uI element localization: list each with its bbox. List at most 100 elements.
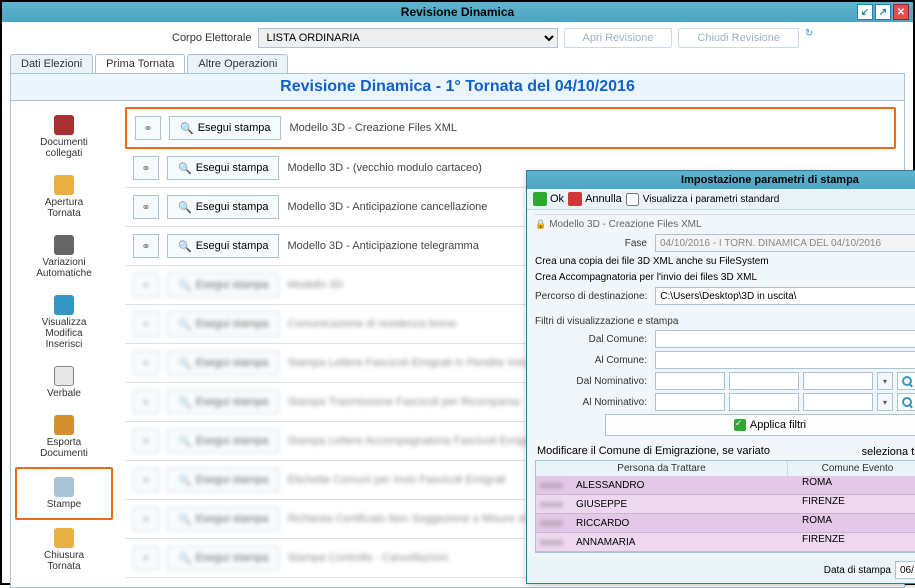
close-icon[interactable]: ✕ <box>893 4 909 20</box>
row-link-button[interactable]: ⚭ <box>133 468 159 492</box>
close-icon <box>54 528 74 548</box>
sidebar-item-edit[interactable]: VisualizzaModificaInserisci <box>15 287 113 358</box>
stampa-row: ⚭🔍Esegui stampaModello 3D - Creazione Fi… <box>125 107 896 149</box>
row-link-button[interactable]: ⚭ <box>133 234 159 258</box>
esegui-stampa-button[interactable]: 🔍Esegui stampa <box>167 234 279 258</box>
refresh-icon[interactable]: ↻ <box>805 30 821 47</box>
al-nom-2[interactable] <box>729 393 799 411</box>
filter-box: Filtri di visualizzazione e stampa Dal C… <box>535 312 915 441</box>
sidebar-item-label: EsportaDocumenti <box>40 437 88 459</box>
tab-altre-operazioni[interactable]: Altre Operazioni <box>187 54 288 73</box>
row-link-button[interactable]: ⚭ <box>133 195 159 219</box>
accomp-label: Crea Accompagnatoria per l'invio dei fil… <box>535 272 915 283</box>
col-comune[interactable]: Comune Evento <box>788 461 915 476</box>
cell-comune: ROMA <box>798 514 915 532</box>
corpo-select[interactable]: LISTA ORDINARIA <box>258 28 558 48</box>
esegui-stampa-button[interactable]: 🔍Esegui stampa <box>167 468 279 492</box>
group-legend: Modello 3D - Creazione Files XML <box>535 219 915 230</box>
tab-bar: Dati Elezioni Prima Tornata Altre Operaz… <box>2 54 913 73</box>
cancel-button[interactable]: Annulla <box>568 192 622 206</box>
table-row[interactable]: xxxxxALESSANDROROMA <box>536 476 915 495</box>
row-link-button[interactable]: ⚭ <box>133 429 159 453</box>
al-comune-input[interactable] <box>655 351 915 369</box>
al-nom-1[interactable] <box>655 393 725 411</box>
check-icon <box>734 419 746 431</box>
row-link-button[interactable]: ⚭ <box>133 273 159 297</box>
row-link-button[interactable]: ⚭ <box>133 156 159 180</box>
esegui-stampa-button[interactable]: 🔍Esegui stampa <box>167 429 279 453</box>
modal-titlebar: Impostazione parametri di stampa ↗ ✕ <box>527 171 915 189</box>
dal-nom-search[interactable] <box>897 372 915 390</box>
row-link-button[interactable]: ⚭ <box>133 390 159 414</box>
table-row[interactable]: xxxxxANNAMARIAFIRENZE <box>536 533 915 552</box>
modal-title: Impostazione parametri di stampa <box>681 174 859 186</box>
table-row[interactable]: xxxxxRICCARDOROMA <box>536 514 915 533</box>
sidebar-item-label: ChiusuraTornata <box>44 550 84 572</box>
dal-nom-dropdown[interactable]: ▾ <box>877 372 893 390</box>
cell-persona: xxxxxALESSANDRO <box>536 476 798 494</box>
var-icon <box>54 235 74 255</box>
dest-input[interactable] <box>655 287 915 305</box>
print-date-label: Data di stampa <box>824 565 891 576</box>
apply-filters-button[interactable]: Applica filtri <box>605 414 915 436</box>
sidebar-item-var[interactable]: VariazioniAutomatiche <box>15 227 113 287</box>
minimize-icon[interactable]: ↙ <box>857 4 873 20</box>
print-date-input[interactable] <box>895 561 915 579</box>
sidebar-item-book[interactable]: Documenticollegati <box>15 107 113 167</box>
std-params-checkbox[interactable] <box>626 193 639 206</box>
group-modello: Modello 3D - Creazione Files XML Fase Cr… <box>535 214 915 310</box>
esegui-stampa-button[interactable]: 🔍Esegui stampa <box>167 195 279 219</box>
cell-persona: xxxxxRICCARDO <box>536 514 798 532</box>
window-title: Revisione Dinamica <box>401 5 514 19</box>
main-titlebar: Revisione Dinamica ↙ ↗ ✕ <box>2 2 913 22</box>
apri-revisione-button[interactable]: Apri Revisione <box>564 28 673 48</box>
esegui-stampa-button[interactable]: 🔍Esegui stampa <box>167 351 279 375</box>
esegui-stampa-button[interactable]: 🔍Esegui stampa <box>167 273 279 297</box>
row-label: Stampa Trasmissione Fascicoli per Ricomp… <box>287 396 519 408</box>
esegui-stampa-button[interactable]: 🔍Esegui stampa <box>169 116 281 140</box>
esegui-stampa-button[interactable]: 🔍Esegui stampa <box>167 390 279 414</box>
modal-footer: Data di stampa ▾ <box>527 557 915 583</box>
sidebar-item-label: Verbale <box>47 388 81 399</box>
row-link-button[interactable]: ⚭ <box>133 546 159 570</box>
dest-label: Percorso di destinazione: <box>535 291 651 302</box>
col-persona[interactable]: Persona da Trattare <box>536 461 788 476</box>
cell-comune: FIRENZE <box>798 533 915 551</box>
esegui-stampa-button[interactable]: 🔍Esegui stampa <box>167 507 279 531</box>
dal-nom-1[interactable] <box>655 372 725 390</box>
row-label: Stampa Lettere Fascicoli Emigrati in Pen… <box>287 357 529 369</box>
row-link-button[interactable]: ⚭ <box>133 312 159 336</box>
al-nom-search[interactable] <box>897 393 915 411</box>
dal-nom-3[interactable] <box>803 372 873 390</box>
chiudi-revisione-button[interactable]: Chiudi Revisione <box>678 28 799 48</box>
check-icon <box>533 192 547 206</box>
al-nom-label: Al Nominativo: <box>535 397 651 408</box>
sidebar-item-close[interactable]: ChiusuraTornata <box>15 520 113 580</box>
row-link-button[interactable]: ⚭ <box>133 351 159 375</box>
row-label: Stampa Lettere Accompagnatoria Fascicoli… <box>287 435 540 447</box>
dal-nom-2[interactable] <box>729 372 799 390</box>
row-link-button[interactable]: ⚭ <box>133 507 159 531</box>
sidebar-item-export[interactable]: EsportaDocumenti <box>15 407 113 467</box>
dal-comune-input[interactable] <box>655 330 915 348</box>
row-link-button[interactable]: ⚭ <box>135 116 161 140</box>
esegui-stampa-button[interactable]: 🔍Esegui stampa <box>167 546 279 570</box>
sidebar-item-print[interactable]: Stampe <box>15 467 113 520</box>
al-nom-3[interactable] <box>803 393 873 411</box>
ok-button[interactable]: Ok <box>533 192 564 206</box>
sidebar-item-doc[interactable]: Verbale <box>15 358 113 407</box>
maximize-icon[interactable]: ↗ <box>875 4 891 20</box>
al-nom-dropdown[interactable]: ▾ <box>877 393 893 411</box>
al-comune-label: Al Comune: <box>535 355 651 366</box>
modify-comune-label: Modificare il Comune di Emigrazione, se … <box>537 445 770 458</box>
row-label: Comunicazione di residenza breve <box>287 318 456 330</box>
select-all-label: seleziona tutti i nominativi <box>862 446 915 458</box>
esegui-stampa-button[interactable]: 🔍Esegui stampa <box>167 156 279 180</box>
esegui-stampa-button[interactable]: 🔍Esegui stampa <box>167 312 279 336</box>
fase-input <box>655 234 915 252</box>
corpo-label: Corpo Elettorale <box>172 32 252 44</box>
sidebar-item-lock[interactable]: AperturaTornata <box>15 167 113 227</box>
tab-dati-elezioni[interactable]: Dati Elezioni <box>10 54 93 73</box>
tab-prima-tornata[interactable]: Prima Tornata <box>95 54 185 73</box>
table-row[interactable]: xxxxxGIUSEPPEFIRENZE <box>536 495 915 514</box>
